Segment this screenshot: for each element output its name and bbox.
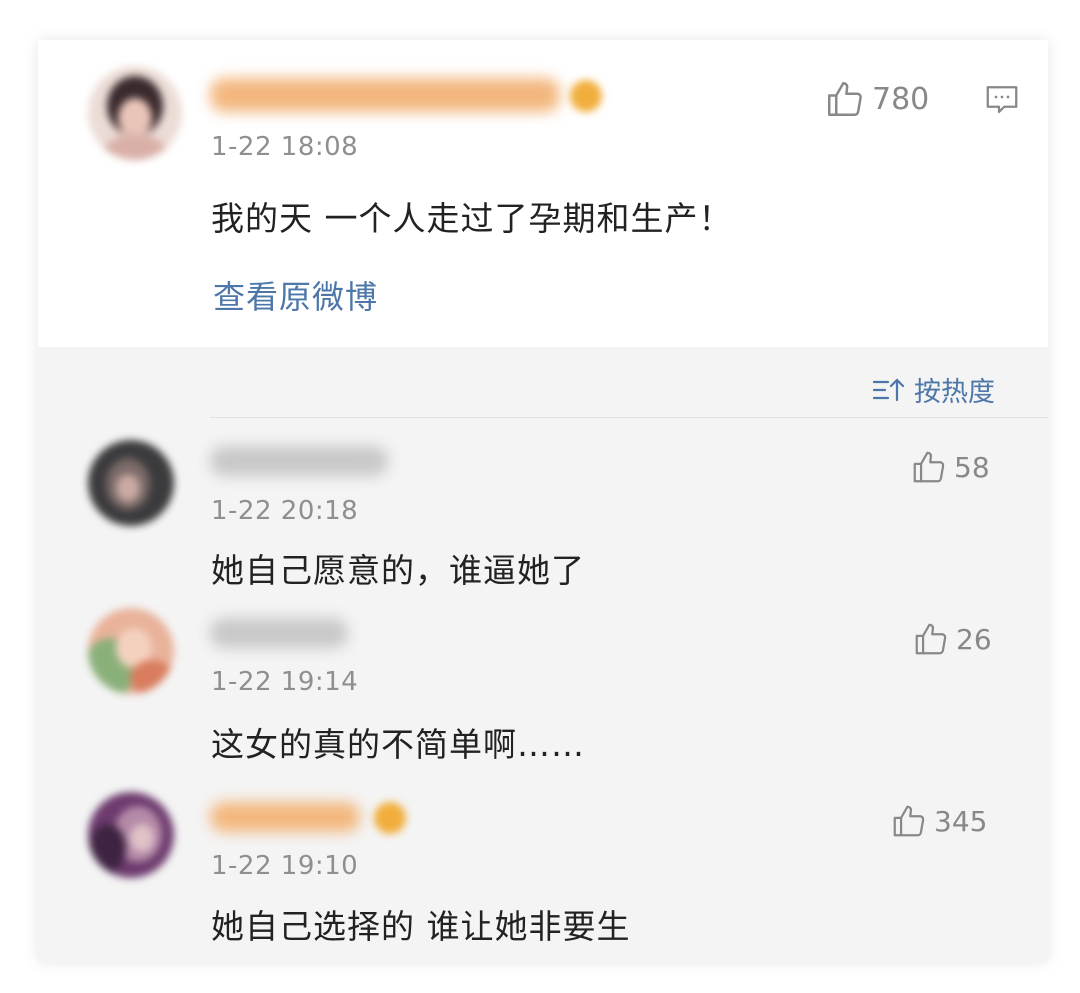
like-count: 345: [934, 804, 988, 838]
view-original-link[interactable]: 查看原微博: [213, 272, 378, 318]
like-button[interactable]: 58: [910, 448, 990, 486]
comment-text: 她自己选择的 谁让她非要生: [211, 907, 631, 946]
like-count: 780: [872, 81, 930, 117]
username-blurred[interactable]: [210, 446, 388, 476]
post-time: 1-22 18:08: [211, 132, 359, 162]
username-blurred[interactable]: [210, 802, 360, 832]
main-post: 1-22 18:08 我的天 一个人走过了孕期和生产！ 查看原微博 780: [38, 40, 1048, 347]
verified-badge-icon: [570, 80, 602, 112]
comment-text: 这女的真的不简单啊……: [211, 725, 585, 764]
like-count: 26: [956, 622, 992, 656]
like-count: 58: [954, 450, 990, 484]
avatar[interactable]: [88, 792, 174, 878]
comment-icon: [986, 86, 1018, 114]
sort-by-hot-button[interactable]: 按热度: [872, 370, 995, 409]
thumb-up-icon: [828, 82, 862, 116]
username-blurred[interactable]: [210, 618, 348, 648]
comment-card: 1-22 18:08 我的天 一个人走过了孕期和生产！ 查看原微博 780 按热…: [38, 40, 1048, 962]
avatar[interactable]: [88, 440, 174, 526]
divider: [210, 417, 1048, 418]
comment-text: 她自己愿意的，谁逼她了: [211, 551, 585, 590]
avatar[interactable]: [88, 66, 182, 160]
like-button[interactable]: 345: [890, 802, 987, 840]
comment-time: 1-22 20:18: [211, 496, 359, 526]
post-text: 我的天 一个人走过了孕期和生产！: [211, 199, 733, 238]
comment-button[interactable]: [984, 82, 1020, 122]
thumb-up-icon: [915, 623, 947, 655]
sort-label: 按热度: [914, 377, 995, 408]
comment-time: 1-22 19:10: [211, 851, 359, 881]
like-button[interactable]: 26: [912, 620, 992, 658]
comment-time: 1-22 19:14: [211, 667, 359, 697]
username-blurred[interactable]: [210, 78, 560, 112]
like-button[interactable]: 780: [824, 78, 929, 120]
thumb-up-icon: [913, 451, 945, 483]
verified-badge-icon: [374, 802, 406, 834]
avatar[interactable]: [88, 608, 174, 694]
sort-icon: [872, 377, 905, 401]
thumb-up-icon: [893, 805, 925, 837]
